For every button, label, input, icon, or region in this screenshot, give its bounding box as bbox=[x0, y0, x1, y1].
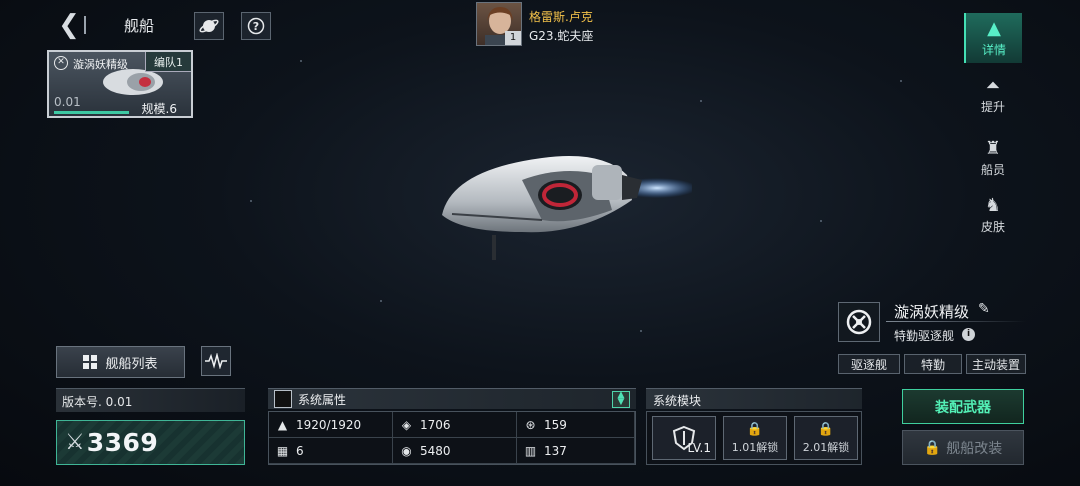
ship-card-scale: 规模.6 bbox=[141, 102, 177, 116]
stat-cell: ◉ 5480 bbox=[393, 438, 517, 464]
ship-list-label: 舰船列表 bbox=[105, 356, 158, 372]
info-icon[interactable]: i bbox=[962, 328, 975, 341]
ship-card[interactable]: ✕ 漩涡妖精级 编队1 0.01 规模.6 bbox=[47, 50, 193, 118]
divider bbox=[886, 321, 1026, 322]
ship-class-button[interactable] bbox=[838, 302, 880, 342]
lock-icon: 🔒 bbox=[923, 439, 942, 456]
ship-card-version: 0.01 bbox=[54, 95, 81, 109]
page-title: 舰船 bbox=[124, 17, 155, 35]
ship-tag-chip: 特勤 bbox=[904, 354, 962, 374]
stats-grid: ▲ 1920/1920 ◈ 1706 ⊛ 159 ▦ 6 ◉ 5480 ▥ 137 bbox=[268, 411, 636, 465]
svg-text:?: ? bbox=[253, 20, 259, 33]
skin-icon: ♞ bbox=[984, 194, 1002, 216]
lock-icon: 🔒 bbox=[746, 421, 764, 437]
stat-value: 1706 bbox=[420, 417, 451, 432]
ship-refit-label: 舰船改装 bbox=[946, 440, 1003, 457]
stat-value: 1920/1920 bbox=[296, 417, 362, 432]
checker-icon: ▦ bbox=[276, 443, 289, 458]
help-button[interactable]: ? bbox=[241, 12, 271, 40]
stat-cell: ▲ 1920/1920 bbox=[269, 412, 393, 438]
ship-detail-icon: ▲ bbox=[987, 17, 1001, 39]
fleet-tag: 编队1 bbox=[145, 52, 191, 72]
stat-value: 6 bbox=[296, 443, 304, 458]
module-slot-locked[interactable]: 🔒 1.01解锁 bbox=[723, 416, 787, 460]
module-slot[interactable]: LV.1 bbox=[652, 416, 716, 460]
commander-level: 1 bbox=[505, 31, 521, 45]
target-icon: ◉ bbox=[401, 443, 412, 458]
combat-power-value: 3369 bbox=[86, 428, 159, 457]
stat-value: 159 bbox=[544, 417, 567, 432]
armor-icon: ◈ bbox=[401, 417, 412, 432]
back-button[interactable]: ❮ bbox=[58, 10, 80, 40]
expand-toggle[interactable]: ▲ ▼ bbox=[612, 391, 630, 408]
stats-header: 系统属性 ▲ ▼ bbox=[268, 388, 636, 409]
stat-cell: ⊛ 159 bbox=[517, 412, 635, 438]
crew-icon: ♜ bbox=[984, 137, 1002, 159]
ship-class-icon: ✕ bbox=[54, 56, 68, 70]
chevron-left-icon: ❮ bbox=[58, 10, 80, 40]
upgrade-icon: ⏶ bbox=[985, 74, 1001, 96]
ship-type: 特勤驱逐舰 bbox=[894, 329, 955, 343]
stat-cell: ▥ 137 bbox=[517, 438, 635, 464]
waveform-icon bbox=[205, 353, 227, 369]
stat-value: 137 bbox=[544, 443, 567, 458]
crossed-swords-icon: ⚔ bbox=[65, 430, 85, 455]
avatar[interactable]: 1 bbox=[476, 2, 522, 46]
modules-title: 系统模块 bbox=[646, 388, 862, 409]
combat-power: ⚔ 3369 bbox=[56, 420, 245, 465]
tab-skin[interactable]: ♞ 皮肤 bbox=[964, 190, 1022, 240]
ship-tag-chip: 驱逐舰 bbox=[838, 354, 900, 374]
stats-title: 系统属性 bbox=[298, 392, 347, 407]
commander-name: 格雷斯.卢克 bbox=[529, 10, 593, 24]
stat-cell: ▦ 6 bbox=[269, 438, 393, 464]
crosshair-icon bbox=[846, 309, 872, 335]
tab-label: 皮肤 bbox=[980, 219, 1005, 234]
speed-icon: ▥ bbox=[524, 443, 537, 458]
ship-model[interactable] bbox=[432, 140, 692, 280]
tab-detail[interactable]: ▲ 详情 bbox=[964, 13, 1022, 63]
version-label: 版本号. 0.01 bbox=[56, 388, 245, 412]
tab-label: 详情 bbox=[981, 42, 1006, 57]
ship-card-progress bbox=[54, 111, 129, 114]
edit-icon[interactable]: ✎ bbox=[978, 301, 990, 317]
hull-icon: ▲ bbox=[277, 417, 288, 432]
planet-button[interactable] bbox=[194, 12, 224, 40]
lock-icon: 🔒 bbox=[817, 421, 835, 437]
divider bbox=[84, 16, 104, 34]
equip-weapons-button[interactable]: 装配武器 bbox=[902, 389, 1024, 424]
signal-button[interactable] bbox=[201, 346, 231, 376]
grid-icon bbox=[83, 355, 98, 369]
ship-refit-button[interactable]: 🔒 舰船改装 bbox=[902, 430, 1024, 465]
ship-card-name: 漩涡妖精级 bbox=[73, 58, 128, 71]
module-level: LV.1 bbox=[687, 441, 711, 455]
tab-upgrade[interactable]: ⏶ 提升 bbox=[964, 70, 1022, 120]
shield-icon: ⊛ bbox=[525, 417, 536, 432]
stat-cell: ◈ 1706 bbox=[393, 412, 517, 438]
ship-tag-chip: 主动装置 bbox=[966, 354, 1026, 374]
module-unlock-label: 1.01解锁 bbox=[731, 440, 779, 454]
planet-icon bbox=[199, 19, 219, 33]
module-unlock-label: 2.01解锁 bbox=[802, 440, 850, 454]
ship-name: 漩涡妖精级 bbox=[894, 303, 970, 321]
module-slot-locked[interactable]: 🔒 2.01解锁 bbox=[794, 416, 858, 460]
tab-label: 提升 bbox=[980, 99, 1005, 114]
tab-crew[interactable]: ♜ 船员 bbox=[964, 133, 1022, 183]
tab-label: 船员 bbox=[980, 162, 1005, 177]
system-icon bbox=[274, 390, 292, 408]
commander-location: G23.蛇夫座 bbox=[529, 29, 594, 43]
question-icon: ? bbox=[247, 17, 265, 35]
ship-list-button[interactable]: 舰船列表 bbox=[56, 346, 185, 378]
stat-value: 5480 bbox=[420, 443, 451, 458]
